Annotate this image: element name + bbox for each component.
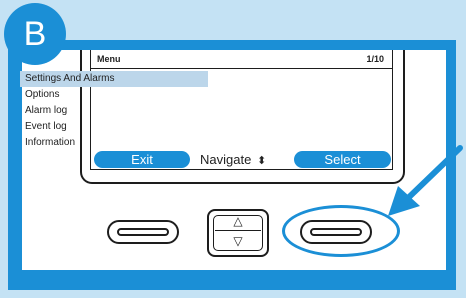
menu-item-options[interactable]: Options: [20, 87, 210, 103]
rocker-divider: [215, 230, 261, 231]
up-down-arrow-icon: ⬍: [256, 155, 267, 167]
menu-item-settings-and-alarms[interactable]: Settings And Alarms: [20, 71, 208, 87]
navigate-softkey: Navigate ⬍: [200, 151, 266, 168]
menu-item-information[interactable]: Information: [20, 135, 210, 151]
exit-softkey[interactable]: Exit: [94, 151, 190, 168]
header-divider: [91, 68, 392, 69]
menu-item-alarm-log[interactable]: Alarm log: [20, 103, 210, 119]
step-badge: B: [4, 3, 66, 65]
softkey-bar: Exit Navigate ⬍ Select: [94, 151, 391, 168]
down-arrow-icon: ▽: [233, 234, 243, 248]
navigate-label: Navigate: [200, 152, 252, 167]
up-arrow-icon: △: [233, 214, 243, 228]
left-hardware-button[interactable]: [107, 220, 179, 244]
left-button-groove: [117, 228, 169, 236]
select-softkey[interactable]: Select: [294, 151, 391, 168]
pointer-arrow-icon: [388, 145, 463, 216]
menu-item-event-log[interactable]: Event log: [20, 119, 210, 135]
screen-title: Menu: [97, 54, 121, 64]
screen-header: Menu 1/10: [91, 50, 392, 64]
navigation-rocker-button[interactable]: △ ▽: [207, 209, 269, 257]
page-indicator: 1/10: [366, 54, 384, 64]
menu-list: Settings And Alarms Options Alarm log Ev…: [20, 71, 210, 151]
